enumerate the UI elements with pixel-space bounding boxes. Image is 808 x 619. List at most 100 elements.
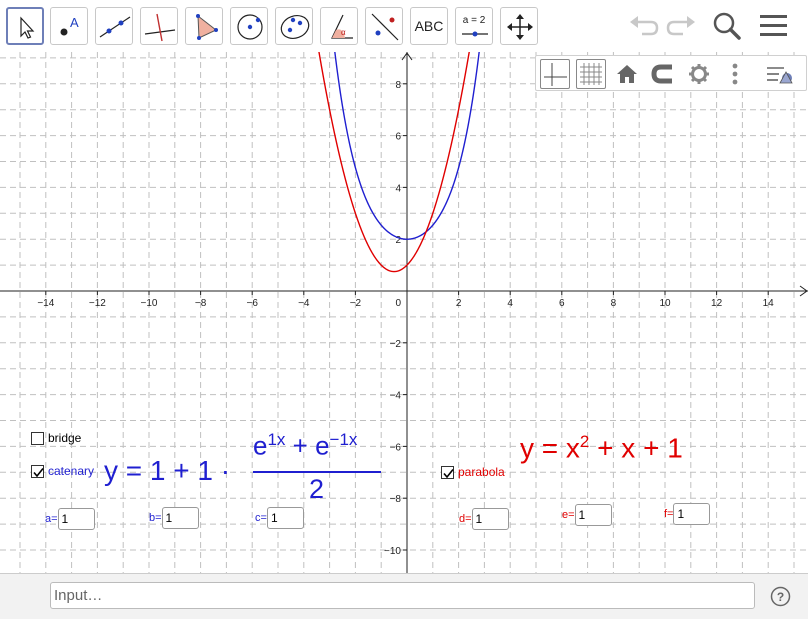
standard-view-button[interactable] xyxy=(612,59,642,89)
redo-button[interactable] xyxy=(663,8,699,44)
main-menu-button[interactable] xyxy=(756,8,792,44)
toolbar: A α ABC a = 2 xyxy=(0,0,808,52)
input-a-label: a= xyxy=(45,513,58,525)
x-tick-label: −10 xyxy=(141,298,158,309)
text-tool-button[interactable]: ABC xyxy=(410,7,448,45)
coordinate-plane[interactable]: −14 −12 −10 −8 −6 −4 −2 2 4 6 8 10 12 148642−2−4−6−8−… xyxy=(0,52,808,573)
cursor-arrow-icon xyxy=(20,16,35,39)
input-box-a: a= 1 xyxy=(45,508,95,530)
catenary-fraction-bar xyxy=(253,471,381,473)
catenary-num-e2: e xyxy=(315,430,330,461)
y-tick-label: 6 xyxy=(395,132,401,143)
redo-icon xyxy=(666,16,695,36)
graphics-settings-button[interactable] xyxy=(684,59,714,89)
origin-label: 0 xyxy=(395,298,401,309)
y-tick-label: −6 xyxy=(390,442,402,453)
bridge-checkbox[interactable] xyxy=(31,431,44,445)
polygon-tool-button[interactable] xyxy=(185,7,223,45)
bridge-label: bridge xyxy=(48,431,82,445)
input-d-label: d= xyxy=(459,513,472,525)
input-bar: Input… ? xyxy=(0,573,808,619)
catenary-equation-lhs: y = 1 + 1 · xyxy=(104,455,231,486)
input-c-label: c= xyxy=(255,512,267,524)
input-d-field[interactable]: 1 xyxy=(471,508,509,530)
x-tick-label: −14 xyxy=(37,298,54,309)
line-tool-button[interactable] xyxy=(95,7,133,45)
x-tick-label: 4 xyxy=(507,298,513,309)
catenary-checkbox-row[interactable]: catenary xyxy=(31,464,94,478)
x-tick-label: −6 xyxy=(246,298,258,309)
search-button[interactable] xyxy=(709,8,745,44)
y-tick-label: −4 xyxy=(390,391,402,402)
perpendicular-line-icon xyxy=(144,13,176,42)
checkmark-icon xyxy=(443,468,454,478)
input-e-label: e= xyxy=(562,509,575,521)
y-tick-label: −10 xyxy=(384,546,401,557)
x-tick-label: −8 xyxy=(195,298,207,309)
y-tick-label: 8 xyxy=(395,80,401,91)
x-tick-label: 8 xyxy=(611,298,617,309)
more-options-button[interactable] xyxy=(720,59,750,89)
parabola-checkbox[interactable] xyxy=(441,465,454,479)
catenary-checkbox[interactable] xyxy=(31,464,44,478)
catenary-num-e1: e xyxy=(253,430,268,461)
gear-icon xyxy=(689,64,709,84)
catenary-numerator: e1x + e−1x xyxy=(253,430,357,462)
y-tick-label: 4 xyxy=(395,183,401,194)
graphics-view[interactable]: −14 −12 −10 −8 −6 −4 −2 2 4 6 8 10 12 14 8 6 4 2 −2 −4 −6 −8−… xyxy=(0,52,808,573)
magnet-icon xyxy=(651,64,672,84)
input-box-d: d= 1 xyxy=(459,508,509,530)
input-box-c: c= 1 xyxy=(255,507,304,529)
style-bar-toggle-icon xyxy=(767,67,793,84)
polygon-triangle-icon xyxy=(196,14,218,40)
point-capturing-button[interactable] xyxy=(648,59,678,89)
catenary-num-plus: + xyxy=(285,430,316,461)
input-e-field[interactable]: 1 xyxy=(574,504,612,526)
input-c-field[interactable]: 1 xyxy=(266,507,304,529)
toggle-style-bar-button[interactable] xyxy=(764,59,794,89)
slider-tool-button[interactable]: a = 2 xyxy=(455,7,493,45)
undo-button[interactable] xyxy=(626,8,662,44)
parabola-label: parabola xyxy=(458,465,505,479)
parabola-checkbox-row[interactable]: parabola xyxy=(441,465,505,479)
catenary-num-exp1: 1x xyxy=(267,430,286,449)
undo-icon xyxy=(630,16,659,36)
angle-tool-button[interactable]: α xyxy=(320,7,358,45)
angle-icon: α xyxy=(331,14,353,39)
perpendicular-line-tool-button[interactable] xyxy=(140,7,178,45)
x-tick-label: 2 xyxy=(456,298,462,309)
graphics-style-bar xyxy=(535,55,807,91)
point-icon: A xyxy=(60,15,79,36)
x-tick-label: 6 xyxy=(559,298,565,309)
help-icon[interactable]: ? xyxy=(770,586,791,607)
toggle-axes-button[interactable] xyxy=(540,59,570,89)
algebra-input-field[interactable]: Input… xyxy=(50,582,755,609)
input-a-field[interactable]: 1 xyxy=(57,508,95,530)
move-graphics-view-button[interactable] xyxy=(500,7,538,45)
toggle-grid-button[interactable] xyxy=(576,59,606,89)
hamburger-menu-icon xyxy=(760,15,787,36)
catenary-label: catenary xyxy=(48,464,95,478)
catenary-num-exp2: −1x xyxy=(329,430,358,449)
move-tool-button[interactable] xyxy=(6,7,44,45)
slider-icon xyxy=(462,31,488,37)
point-tool-button[interactable]: A xyxy=(50,7,88,45)
grid-icon xyxy=(580,63,602,85)
ellipse-icon xyxy=(280,15,310,39)
input-box-f: f= 1 xyxy=(664,503,711,525)
reflect-tool-button[interactable] xyxy=(365,7,403,45)
ellipse-tool-button[interactable] xyxy=(275,7,313,45)
input-b-field[interactable]: 1 xyxy=(161,507,199,529)
checkmark-icon xyxy=(33,467,44,477)
parabola-eq-rest: + x + 1 xyxy=(589,432,683,464)
circle-tool-button[interactable] xyxy=(230,7,268,45)
input-box-e: e= 1 xyxy=(562,504,612,526)
vertical-dots-icon xyxy=(732,63,738,85)
x-tick-label: 10 xyxy=(659,298,671,309)
bridge-checkbox-row[interactable]: bridge xyxy=(31,431,81,445)
y-tick-label: −8 xyxy=(390,494,402,505)
input-b-label: b= xyxy=(149,512,162,524)
parabola-equation: y = x2 + x + 1 xyxy=(520,432,683,464)
input-f-label: f= xyxy=(664,508,674,520)
input-f-field[interactable]: 1 xyxy=(673,503,711,525)
